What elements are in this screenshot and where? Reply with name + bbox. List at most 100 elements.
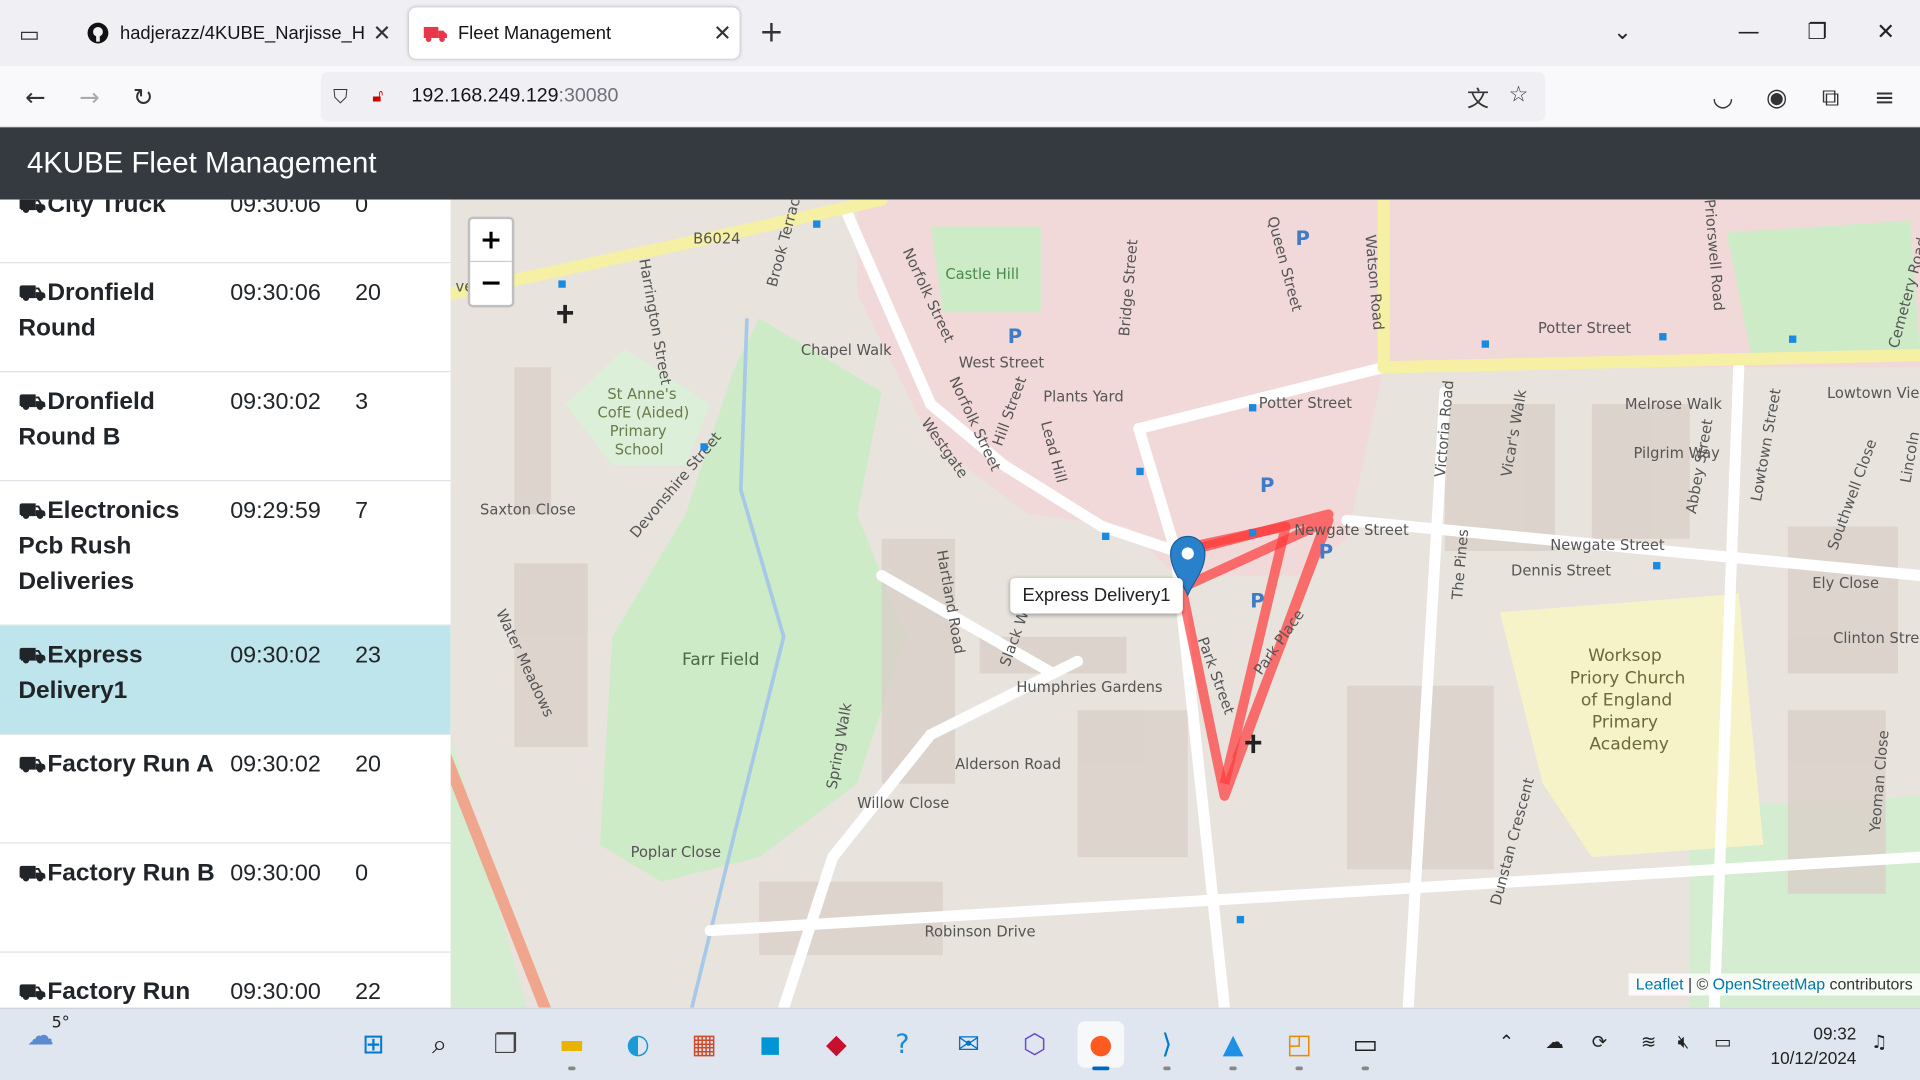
truck-icon: ⛟ bbox=[18, 751, 47, 777]
tab-title: Fleet Management bbox=[457, 22, 612, 44]
extensions-icon[interactable]: ⧉ bbox=[1812, 78, 1849, 115]
map[interactable]: P P P P P B6024 Castle Hill St Anne's Co… bbox=[450, 199, 1920, 1008]
weather-widget[interactable]: ☁ 5° bbox=[26, 1014, 77, 1052]
mcafee-icon[interactable]: ◆ bbox=[813, 1021, 860, 1068]
account-icon[interactable]: ◉ bbox=[1758, 78, 1795, 115]
svg-text:Plants Yard: Plants Yard bbox=[1043, 389, 1123, 406]
volume-muted-icon[interactable]: 🔇︎ bbox=[1678, 1031, 1690, 1053]
svg-text:Poplar Close: Poplar Close bbox=[631, 844, 721, 861]
close-window-icon[interactable]: ✕ bbox=[1861, 15, 1910, 52]
terminal-icon[interactable]: ▭ bbox=[1342, 1021, 1389, 1071]
tab-title: hadjerazz/4KUBE_Narjisse_Hadj bbox=[120, 22, 365, 44]
shield-icon[interactable]: ⛉ bbox=[333, 84, 360, 108]
cloud-error-icon[interactable]: ☁ bbox=[1545, 1031, 1563, 1053]
restore-icon[interactable]: ❐ bbox=[1793, 15, 1842, 52]
notifications-icon[interactable]: ♫ bbox=[1871, 1031, 1887, 1053]
tab-fleet-management[interactable]: Fleet Management ✕ bbox=[408, 7, 740, 59]
svg-text:Academy: Academy bbox=[1589, 734, 1669, 754]
svg-text:P: P bbox=[1008, 325, 1022, 348]
virtualbox-icon[interactable]: ◰ bbox=[1276, 1021, 1323, 1071]
menu-icon[interactable]: ≡ bbox=[1866, 78, 1903, 115]
svg-text:CofE (Aided): CofE (Aided) bbox=[598, 405, 690, 422]
svg-text:Humphries Gardens: Humphries Gardens bbox=[1016, 679, 1162, 696]
svg-text:Newgate Street: Newgate Street bbox=[1294, 522, 1409, 539]
vehicle-count: 20 bbox=[355, 280, 381, 307]
copilot-icon[interactable]: ⬡ bbox=[1011, 1021, 1058, 1068]
back-icon[interactable]: ← bbox=[17, 78, 54, 115]
zoom-in-button[interactable]: + bbox=[470, 219, 512, 263]
docker-icon[interactable]: ▲ bbox=[1210, 1021, 1257, 1071]
svg-text:Newgate Street: Newgate Street bbox=[1550, 537, 1665, 554]
url-host: 192.168.249.129 bbox=[411, 85, 559, 107]
vehicle-count: 0 bbox=[355, 199, 369, 218]
outlook-icon[interactable]: ✉ bbox=[945, 1021, 992, 1068]
reload-icon[interactable]: ↻ bbox=[125, 78, 162, 115]
forward-icon[interactable]: → bbox=[71, 78, 108, 115]
store-icon[interactable]: ▦ bbox=[681, 1021, 728, 1068]
fleet-row-express-delivery1[interactable]: ⛟Express Delivery1 09:30:02 23 bbox=[0, 625, 451, 735]
zoom-out-button[interactable]: − bbox=[470, 262, 512, 305]
myhp-icon[interactable]: ◼ bbox=[747, 1021, 794, 1068]
show-hidden-icons-icon[interactable]: ⌃ bbox=[1499, 1031, 1514, 1053]
insecure-lock-icon[interactable]: 🔓︎ bbox=[372, 87, 399, 107]
fleet-row-factory-run-a[interactable]: ⛟Factory Run A 09:30:02 20 bbox=[0, 735, 451, 844]
url-bar[interactable]: ⛉ 🔓︎ 192.168.249.129:30080 文 ☆ bbox=[320, 72, 1546, 122]
sync-icon[interactable]: ⟳ bbox=[1592, 1031, 1607, 1053]
clock[interactable]: 09:32 10/12/2024 bbox=[1753, 1021, 1857, 1070]
battery-icon[interactable]: ▭ bbox=[1714, 1031, 1731, 1053]
leaflet-link[interactable]: Leaflet bbox=[1636, 975, 1684, 993]
fleet-row-electronics-pcb[interactable]: ⛟Electronics Pcb Rush Deliveries 09:29:5… bbox=[0, 481, 451, 626]
svg-text:Robinson Drive: Robinson Drive bbox=[924, 924, 1035, 941]
svg-text:Potter Street: Potter Street bbox=[1538, 320, 1631, 337]
svg-text:Melrose Walk: Melrose Walk bbox=[1625, 396, 1723, 413]
truck-icon: ⛟ bbox=[18, 642, 47, 668]
vehicle-count: 23 bbox=[355, 642, 381, 669]
taskbar: ☁ 5° ⊞ ⌕ ❐ ▬ ◐ ▦ ◼ ◆ ? ✉ ⬡ ● ⟩ ▲ ◰ ▭ ⌃ ☁… bbox=[0, 1007, 1920, 1080]
svg-text:West Street: West Street bbox=[959, 354, 1045, 371]
bookmark-star-icon[interactable]: ☆ bbox=[1509, 82, 1529, 108]
svg-text:Castle Hill: Castle Hill bbox=[945, 266, 1019, 283]
vehicle-time: 09:30:00 bbox=[230, 979, 321, 1006]
map-tiles: P P P P P B6024 Castle Hill St Anne's Co… bbox=[450, 199, 1920, 1008]
fleet-row-city-truck[interactable]: ⛟City Truck 09:30:06 0 bbox=[0, 200, 451, 264]
weather-cloud-icon: ☁ bbox=[26, 1021, 54, 1052]
vehicle-time: 09:30:02 bbox=[230, 642, 321, 669]
attribution-tail: contributors bbox=[1825, 974, 1913, 994]
clock-date: 10/12/2024 bbox=[1770, 1048, 1857, 1068]
close-icon[interactable]: ✕ bbox=[705, 20, 739, 46]
edge-icon[interactable]: ◐ bbox=[615, 1021, 662, 1068]
osm-link[interactable]: OpenStreetMap bbox=[1713, 975, 1825, 993]
truck-icon: ⛟ bbox=[18, 979, 47, 1005]
wifi-icon[interactable]: ≋ bbox=[1641, 1031, 1656, 1053]
tab-overview-icon[interactable]: ▭ bbox=[12, 17, 46, 51]
app-title: 4KUBE Fleet Management bbox=[0, 127, 1920, 200]
svg-text:Primary: Primary bbox=[1592, 712, 1658, 732]
fleet-row-factory-run-b[interactable]: ⛟Factory Run B 09:30:00 0 bbox=[0, 844, 451, 953]
tab-github[interactable]: hadjerazz/4KUBE_Narjisse_Hadj ✕ bbox=[71, 7, 399, 58]
pocket-icon[interactable]: ◡ bbox=[1705, 78, 1742, 115]
svg-text:P: P bbox=[1319, 540, 1333, 563]
browser-nav-bar: ← → ↻ ⛉ 🔓︎ 192.168.249.129:30080 文 ☆ ◡ ◉… bbox=[0, 66, 1920, 128]
fleet-row-dronfield-round-b[interactable]: ⛟Dronfield Round B 09:30:02 3 bbox=[0, 372, 451, 482]
new-tab-button[interactable]: + bbox=[754, 15, 788, 49]
search-icon[interactable]: ⌕ bbox=[416, 1021, 463, 1068]
file-explorer-icon[interactable]: ▬ bbox=[549, 1021, 596, 1071]
github-icon bbox=[86, 21, 110, 45]
translate-icon[interactable]: 文 bbox=[1467, 82, 1489, 114]
vscode-icon[interactable]: ⟩ bbox=[1144, 1021, 1191, 1071]
vehicle-time: 09:30:02 bbox=[230, 751, 321, 778]
close-icon[interactable]: ✕ bbox=[365, 20, 399, 46]
task-view-icon[interactable]: ❐ bbox=[482, 1021, 529, 1068]
firefox-icon[interactable]: ● bbox=[1077, 1021, 1125, 1071]
help-icon[interactable]: ? bbox=[879, 1021, 926, 1068]
start-icon[interactable]: ⊞ bbox=[350, 1021, 397, 1068]
svg-text:Saxton Close: Saxton Close bbox=[480, 501, 576, 518]
svg-text:Primary: Primary bbox=[610, 423, 667, 440]
svg-text:Clinton Street: Clinton Street bbox=[1833, 630, 1920, 647]
fleet-row-factory-run[interactable]: ⛟Factory Run 09:30:00 22 bbox=[0, 953, 451, 1008]
minimize-icon[interactable]: — bbox=[1724, 15, 1773, 52]
fleet-row-dronfield-round[interactable]: ⛟Dronfield Round 09:30:06 20 bbox=[0, 263, 451, 373]
vehicle-name: Factory Run B bbox=[47, 859, 215, 887]
browser-tab-strip: ▭ hadjerazz/4KUBE_Narjisse_Hadj ✕ Fleet … bbox=[0, 0, 1920, 67]
list-all-tabs-icon[interactable]: ⌄ bbox=[1598, 15, 1647, 52]
